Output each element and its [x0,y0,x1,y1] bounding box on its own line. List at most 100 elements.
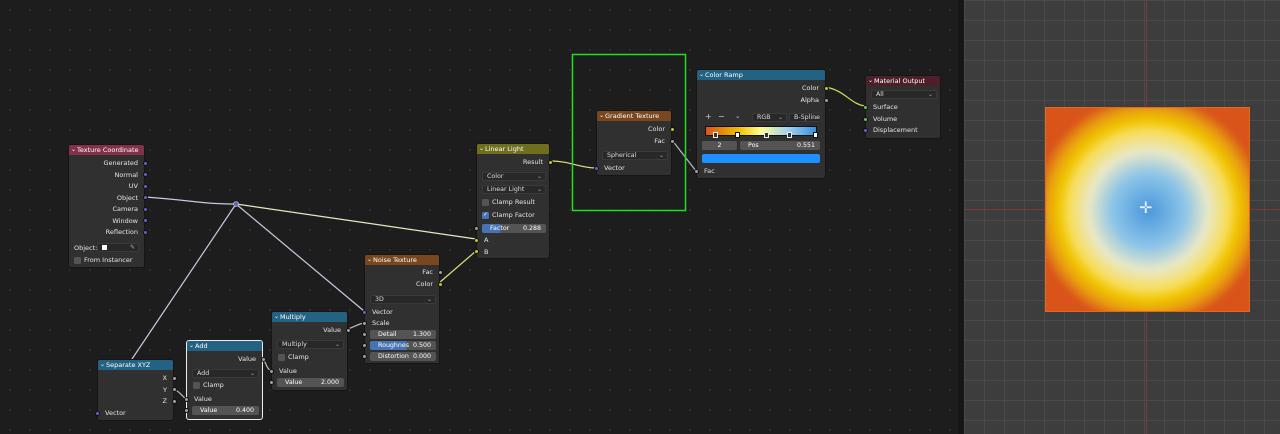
clamp-checkbox[interactable]: Clamp [278,353,309,362]
socket-b-in[interactable] [474,249,479,254]
math-add-node[interactable]: ⌄ Add Value Add ⌄ Clamp Value Value 0.400 [184,340,266,420]
socket-factor-in[interactable] [474,226,479,231]
chevron-down-icon[interactable]: ⌄ [735,112,740,120]
node-header[interactable]: ⌄ Color Ramp [697,70,825,80]
node-header[interactable]: ⌄ Linear Light [477,144,549,154]
socket-surface-in[interactable] [863,104,868,110]
socket-reflection[interactable] [143,229,148,235]
socket-uv[interactable] [143,183,148,189]
separate-xyz-node[interactable]: ⌄ Separate XYZ X Y Z Vector [95,359,177,421]
operation-dropdown[interactable]: Add ⌄ [192,369,259,378]
dimensions-dropdown[interactable]: 3D ⌄ [370,295,436,304]
socket-generated[interactable] [143,160,148,166]
socket-fac-out[interactable] [438,269,443,275]
node-header[interactable]: ⌄ Multiply [272,312,347,322]
checkbox-box-checked[interactable] [482,210,489,219]
socket-value2-in[interactable] [184,408,189,413]
socket-scale-in[interactable] [362,321,367,326]
socket-a-in[interactable] [474,237,479,243]
socket-value-in[interactable] [269,368,274,374]
ramp-stop-marker-4[interactable] [787,132,792,138]
object-picker[interactable]: ✎ [97,243,139,252]
clamp-checkbox[interactable]: Clamp [193,381,224,390]
color-ramp-node[interactable]: ⌄ Color Ramp Color Alpha + − ⌄ RGB ⌄ B-Spl… [694,69,829,179]
socket-camera[interactable] [143,206,148,212]
collapse-chevron-icon[interactable]: ⌄ [100,360,105,370]
node-header[interactable]: ⌄ Gradient Texture [597,111,671,121]
factor-field[interactable]: Factor 0.288 [482,224,546,233]
ramp-stop-marker-5[interactable] [813,132,818,138]
stop-position-field[interactable]: Pos 0.551 [740,141,820,150]
eyedropper-icon[interactable]: ✎ [130,244,135,251]
blend-mode-dropdown[interactable]: Linear Light ⌄ [482,185,546,194]
collapse-chevron-icon[interactable]: ⌄ [868,76,873,86]
data-type-dropdown[interactable]: Color ⌄ [482,172,546,181]
clamp-result-checkbox[interactable]: Clamp Result [482,198,535,207]
socket-displacement-in[interactable] [863,127,868,133]
ramp-stop-marker-3[interactable] [764,132,769,138]
socket-result-out[interactable] [548,159,553,165]
socket-window[interactable] [143,218,148,223]
detail-field[interactable]: Detail 1.300 [370,330,436,339]
color-ramp-bar[interactable] [705,126,817,136]
socket-vector-in[interactable] [362,309,367,315]
clamp-factor-checkbox[interactable]: Clamp Factor [482,210,535,220]
ramp-stop-marker-2[interactable] [735,132,740,138]
node-header[interactable]: ⌄ Texture Coordinate [69,145,144,155]
socket-value-out[interactable] [346,327,351,333]
socket-vector-in[interactable] [594,165,599,171]
checkbox-box[interactable] [278,354,285,361]
stop-color-swatch[interactable] [702,154,820,163]
node-header[interactable]: ⌄ Material Output [866,76,940,86]
roughness-field[interactable]: Roughnes 0.500 [370,341,436,350]
shader-node-editor[interactable]: ⌄ Texture Coordinate Generated Normal UV … [0,0,960,434]
checkbox-box[interactable] [193,382,200,389]
collapse-chevron-icon[interactable]: ⌄ [189,341,194,351]
socket-color-out[interactable] [438,281,443,287]
socket-z[interactable] [172,398,177,404]
socket-fac-in[interactable] [694,168,699,174]
collapse-chevron-icon[interactable]: ⌄ [274,312,279,322]
checkbox-box[interactable] [74,257,81,264]
noise-texture-node[interactable]: ⌄ Noise Texture Fac Color 3D ⌄ Vector Scal… [362,254,443,364]
socket-x[interactable] [172,375,177,381]
3d-cursor-icon[interactable]: ✛ [1139,200,1152,216]
socket-vector-in[interactable] [95,410,100,416]
checkbox-box[interactable] [482,199,489,206]
from-instancer-checkbox[interactable]: From Instancer [74,256,133,265]
color-mode-dropdown[interactable]: RGB ⌄ [752,113,787,122]
socket-y[interactable] [172,387,177,392]
socket-value-in[interactable] [184,396,189,402]
material-output-node[interactable]: ⌄ Material Output All ⌄ Surface Volume Dis… [863,75,941,139]
collapse-chevron-icon[interactable]: ⌄ [599,111,604,121]
math-multiply-node[interactable]: ⌄ Multiply Value Multiply ⌄ Clamp Value Va… [269,311,351,391]
value-field[interactable]: Value 2.000 [277,378,344,387]
socket-roughness-in[interactable] [362,343,367,348]
gradient-texture-node[interactable]: ⌄ Gradient Texture Color Fac Spherical ⌄ V… [594,110,675,176]
texture-coordinate-node[interactable]: ⌄ Texture Coordinate Generated Normal UV … [68,144,148,268]
socket-alpha-out[interactable] [824,97,829,103]
socket-color-out[interactable] [824,85,829,91]
socket-object[interactable] [143,195,148,200]
operation-dropdown[interactable]: Multiply ⌄ [277,340,344,349]
socket-value2-in[interactable] [269,380,274,385]
gradient-type-dropdown[interactable]: Spherical ⌄ [602,151,668,160]
socket-color-out[interactable] [670,126,675,132]
node-header[interactable]: ⌄ Separate XYZ [98,360,173,370]
socket-distortion-in[interactable] [362,354,367,359]
socket-volume-in[interactable] [863,116,868,122]
collapse-chevron-icon[interactable]: ⌄ [71,145,76,155]
value-field[interactable]: Value 0.400 [192,406,259,415]
socket-value-out[interactable] [261,356,266,362]
render-target-dropdown[interactable]: All ⌄ [871,90,937,99]
collapse-chevron-icon[interactable]: ⌄ [367,255,372,265]
collapse-chevron-icon[interactable]: ⌄ [479,144,484,154]
remove-stop-button[interactable]: − [718,112,725,121]
image-preview-viewport[interactable]: ✛ [964,0,1280,434]
add-stop-button[interactable]: + [705,112,712,121]
node-header[interactable]: ⌄ Noise Texture [365,255,439,265]
ramp-stop-marker-1[interactable] [713,132,718,138]
linear-light-node[interactable]: ⌄ Linear Light Result Color ⌄ Linear Light… [474,143,553,259]
socket-fac-out[interactable] [670,138,675,144]
socket-normal[interactable] [143,172,148,177]
